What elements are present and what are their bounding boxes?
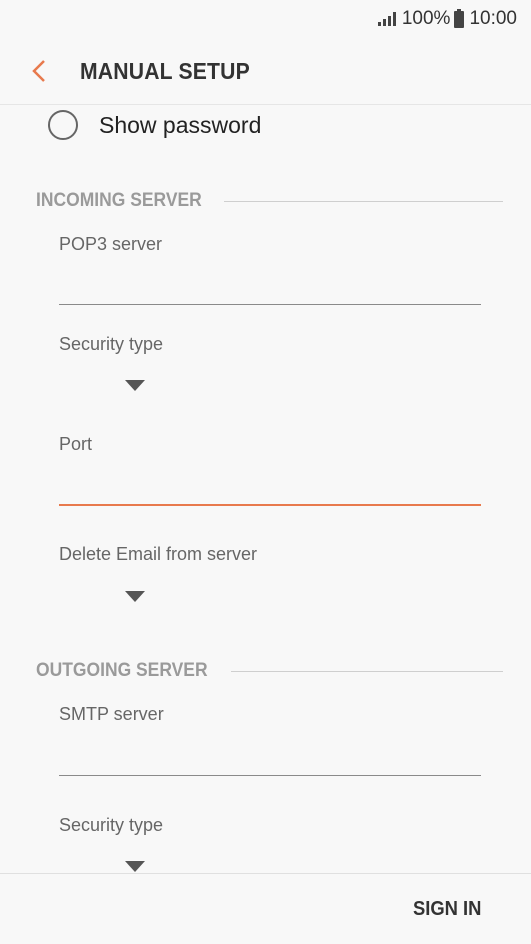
- dropdown-arrow-icon: [125, 590, 145, 602]
- page-title: MANUAL SETUP: [80, 57, 250, 84]
- port-input[interactable]: [59, 464, 481, 504]
- show-password-toggle[interactable]: Show password: [48, 106, 261, 144]
- outgoing-server-header: OUTGOING SERVER: [36, 660, 503, 682]
- battery-percent: 100%: [401, 8, 451, 29]
- outgoing-security-type-dropdown[interactable]: [115, 851, 155, 873]
- divider: [224, 200, 503, 202]
- outgoing-security-type-label: Security type: [59, 815, 164, 835]
- clock: 10:00: [469, 8, 517, 29]
- show-password-radio[interactable]: [48, 110, 78, 140]
- pop3-server-input[interactable]: [59, 264, 481, 304]
- sign-in-button[interactable]: SIGN IN: [413, 898, 481, 921]
- incoming-server-title: INCOMING SERVER: [36, 190, 202, 211]
- incoming-security-type-label: Security type: [59, 334, 164, 354]
- show-password-label: Show password: [99, 111, 262, 138]
- smtp-server-underline: [59, 775, 481, 776]
- divider: [230, 670, 503, 672]
- back-button[interactable]: [0, 38, 80, 105]
- port-label: Port: [59, 434, 93, 454]
- incoming-server-header: INCOMING SERVER: [36, 190, 503, 212]
- incoming-security-type-dropdown[interactable]: [115, 370, 155, 400]
- app-bar: MANUAL SETUP: [0, 38, 531, 105]
- chevron-left-icon: [32, 60, 45, 82]
- delete-email-dropdown[interactable]: [115, 581, 155, 611]
- outgoing-server-title: OUTGOING SERVER: [36, 660, 208, 681]
- port-underline: [59, 504, 481, 506]
- status-bar: 100% 10:00: [0, 0, 531, 38]
- pop3-server-underline: [59, 304, 481, 305]
- pop3-server-label: POP3 server: [59, 234, 163, 254]
- battery-icon: [454, 8, 465, 28]
- signal-icon: [377, 12, 396, 26]
- dropdown-arrow-icon: [125, 860, 145, 872]
- bottom-bar: SIGN IN: [0, 873, 531, 944]
- delete-email-label: Delete Email from server: [59, 544, 258, 564]
- settings-form[interactable]: Show password INCOMING SERVER POP3 serve…: [0, 106, 531, 873]
- smtp-server-label: SMTP server: [59, 704, 164, 724]
- smtp-server-input[interactable]: [59, 734, 481, 774]
- dropdown-arrow-icon: [125, 379, 145, 391]
